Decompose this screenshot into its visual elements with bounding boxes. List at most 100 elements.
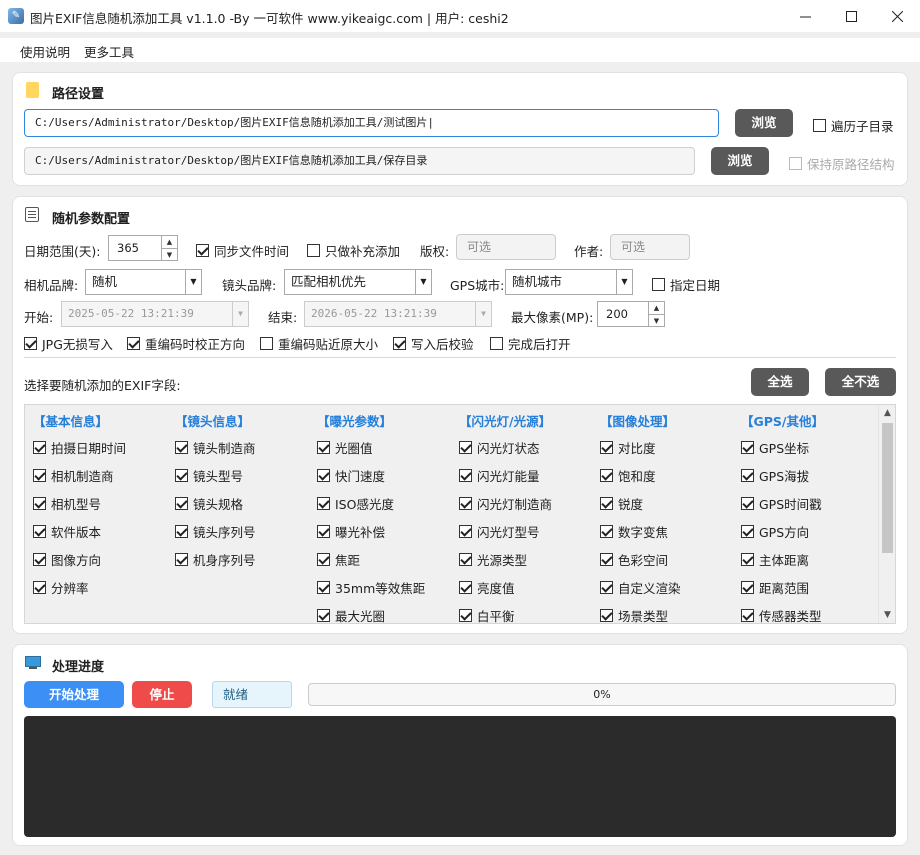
exif-field-checkbox[interactable]: 对比度 xyxy=(600,438,656,457)
checkbox-box xyxy=(127,337,140,350)
exif-field-checkbox[interactable]: 软件版本 xyxy=(33,522,101,541)
exif-field-checkbox[interactable]: ISO感光度 xyxy=(317,494,394,513)
exif-field-checkbox[interactable]: 自定义渲染 xyxy=(600,578,681,597)
exif-field-checkbox[interactable]: 闪光灯型号 xyxy=(459,522,540,541)
exif-field-checkbox[interactable]: 亮度值 xyxy=(459,578,515,597)
copyright-input[interactable]: 可选 xyxy=(456,234,556,260)
exif-field-checkbox[interactable]: 主体距离 xyxy=(741,550,809,569)
exif-field-checkbox[interactable]: 距离范围 xyxy=(741,578,809,597)
fields-scrollbar[interactable]: ▲ ▼ xyxy=(878,405,895,623)
minimize-button[interactable] xyxy=(782,0,828,32)
reencode-orient-checkbox[interactable]: 重编码时校正方向 xyxy=(127,334,245,353)
exif-field-checkbox[interactable]: 白平衡 xyxy=(459,606,515,623)
sync-file-time-checkbox[interactable]: 同步文件时间 xyxy=(196,241,289,260)
exif-field-checkbox[interactable]: 光源类型 xyxy=(459,550,527,569)
exif-field-checkbox[interactable]: GPS时间戳 xyxy=(741,494,822,513)
checkbox-box xyxy=(175,525,188,538)
keep-structure-checkbox[interactable]: 保持原路径结构 xyxy=(789,154,895,173)
exif-field-checkbox[interactable]: 光圈值 xyxy=(317,438,373,457)
scroll-thumb[interactable] xyxy=(882,423,893,553)
exif-field-checkbox[interactable]: 35mm等效焦距 xyxy=(317,578,425,597)
app-icon: ✎ xyxy=(8,8,24,24)
specify-date-checkbox[interactable]: 指定日期 xyxy=(652,275,720,294)
checkbox-box xyxy=(307,244,320,257)
browse-output-button[interactable]: 浏览 xyxy=(711,147,769,175)
exif-field-label: 最大光圈 xyxy=(335,609,386,624)
exif-field-checkbox[interactable]: GPS海拔 xyxy=(741,466,809,485)
author-input[interactable]: 可选 xyxy=(610,234,690,260)
date-range-spinner[interactable]: 365 ▲ ▼ xyxy=(108,235,178,261)
exif-field-checkbox[interactable]: 锐度 xyxy=(600,494,643,513)
exif-field-checkbox[interactable]: 场景类型 xyxy=(600,606,668,623)
exif-field-checkbox[interactable]: 相机制造商 xyxy=(33,466,114,485)
start-process-button[interactable]: 开始处理 xyxy=(24,681,124,708)
checkbox-box xyxy=(652,278,665,291)
spin-down-icon[interactable]: ▼ xyxy=(161,248,177,260)
verify-after-write-checkbox[interactable]: 写入后校验 xyxy=(393,334,474,353)
path-section-title: 路径设置 xyxy=(52,87,105,102)
select-all-button[interactable]: 全选 xyxy=(751,368,809,396)
checkbox-box xyxy=(317,441,330,454)
gps-city-select[interactable]: 随机城市 ▼ xyxy=(505,269,633,295)
exif-field-checkbox[interactable]: 镜头型号 xyxy=(175,466,243,485)
spin-up-icon[interactable]: ▲ xyxy=(161,236,177,248)
spin-up-icon[interactable]: ▲ xyxy=(648,302,664,314)
exif-field-checkbox[interactable]: GPS方向 xyxy=(741,522,809,541)
exif-field-checkbox[interactable]: 图像方向 xyxy=(33,550,101,569)
stop-button[interactable]: 停止 xyxy=(132,681,192,708)
checkbox-box xyxy=(317,469,330,482)
reencode-size-checkbox[interactable]: 重编码贴近原大小 xyxy=(260,334,378,353)
exif-field-checkbox[interactable]: 拍摄日期时间 xyxy=(33,438,126,457)
exif-field-checkbox[interactable]: 分辨率 xyxy=(33,578,89,597)
menu-help[interactable]: 使用说明 xyxy=(20,42,70,61)
exif-field-checkbox[interactable]: 相机型号 xyxy=(33,494,101,513)
exif-field-checkbox[interactable]: 曝光补偿 xyxy=(317,522,385,541)
exif-field-checkbox[interactable]: GPS坐标 xyxy=(741,438,809,457)
exif-field-checkbox[interactable]: 机身序列号 xyxy=(175,550,256,569)
exif-field-label: 对比度 xyxy=(618,441,656,456)
close-button[interactable] xyxy=(874,0,920,32)
scroll-up-icon[interactable]: ▲ xyxy=(879,408,895,418)
log-output[interactable] xyxy=(24,716,896,837)
exif-field-checkbox[interactable]: 数字变焦 xyxy=(600,522,668,541)
lens-brand-select[interactable]: 匹配相机优先 ▼ xyxy=(284,269,432,295)
max-pixels-spinner[interactable]: 200 ▲ ▼ xyxy=(597,301,665,327)
checkbox-box xyxy=(24,337,37,350)
browse-input-button[interactable]: 浏览 xyxy=(735,109,793,137)
spin-down-icon[interactable]: ▼ xyxy=(648,314,664,326)
checkbox-box xyxy=(317,497,330,510)
exif-field-label: 拍摄日期时间 xyxy=(51,441,127,456)
minimize-icon xyxy=(799,16,811,17)
jpg-lossless-checkbox[interactable]: JPG无损写入 xyxy=(24,334,113,353)
exif-field-checkbox[interactable]: 最大光圈 xyxy=(317,606,386,624)
field-column-header: 【图像处理】 xyxy=(600,414,676,429)
traverse-subdir-checkbox[interactable]: 遍历子目录 xyxy=(813,116,894,135)
scroll-down-icon[interactable]: ▼ xyxy=(879,610,895,620)
maximize-button[interactable] xyxy=(828,0,874,32)
exif-field-checkbox[interactable]: 镜头规格 xyxy=(175,494,243,513)
exif-field-checkbox[interactable]: 闪光灯能量 xyxy=(459,466,540,485)
exif-field-checkbox[interactable]: 传感器类型 xyxy=(741,606,822,623)
exif-field-checkbox[interactable]: 镜头序列号 xyxy=(175,522,256,541)
start-datetime-picker[interactable]: 2025-05-22 13:21:39 ▼ xyxy=(61,301,249,327)
exif-field-label: 闪光灯制造商 xyxy=(477,497,553,512)
exif-field-checkbox[interactable]: 闪光灯制造商 xyxy=(459,494,552,513)
exif-field-checkbox[interactable]: 焦距 xyxy=(317,550,360,569)
checkbox-box xyxy=(175,441,188,454)
exif-field-checkbox[interactable]: 饱和度 xyxy=(600,466,656,485)
input-path-field[interactable]: C:/Users/Administrator/Desktop/图片EXIF信息随… xyxy=(24,109,719,137)
exif-field-checkbox[interactable]: 镜头制造商 xyxy=(175,438,256,457)
menu-more-tools[interactable]: 更多工具 xyxy=(84,42,134,61)
author-label: 作者: xyxy=(574,244,604,259)
select-none-button[interactable]: 全不选 xyxy=(825,368,896,396)
camera-brand-select[interactable]: 随机 ▼ xyxy=(85,269,202,295)
checkbox-box xyxy=(741,497,754,510)
exif-field-checkbox[interactable]: 快门速度 xyxy=(317,466,385,485)
exif-field-checkbox[interactable]: 色彩空间 xyxy=(600,550,668,569)
dropdown-arrow-icon: ▼ xyxy=(232,302,248,326)
end-datetime-picker[interactable]: 2026-05-22 13:21:39 ▼ xyxy=(304,301,492,327)
only-fill-checkbox[interactable]: 只做补充添加 xyxy=(307,241,400,260)
exif-field-checkbox[interactable]: 闪光灯状态 xyxy=(459,438,540,457)
output-path-field[interactable]: C:/Users/Administrator/Desktop/图片EXIF信息随… xyxy=(24,147,695,175)
open-after-checkbox[interactable]: 完成后打开 xyxy=(490,334,571,353)
